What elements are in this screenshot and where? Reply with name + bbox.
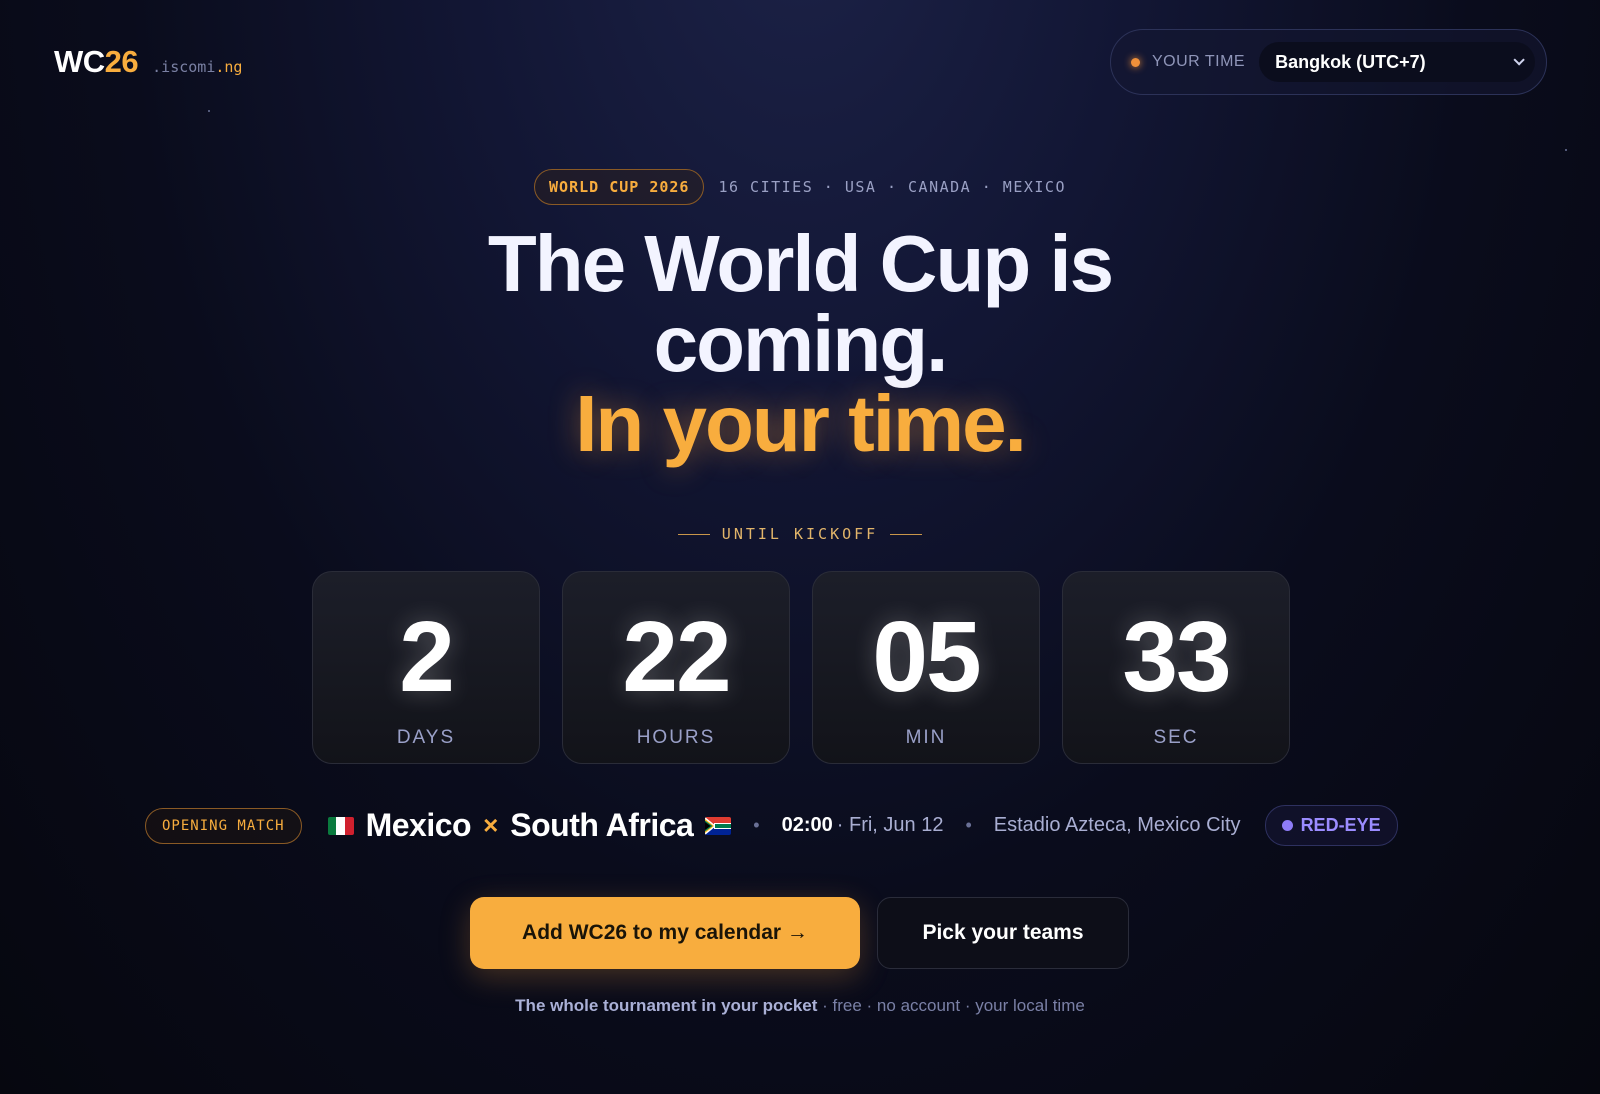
headline-line-2: coming. [653,299,949,388]
countdown-unit: DAYS [396,727,456,748]
countdown-unit: HOURS [636,727,716,748]
until-kickoff-label: UNTIL KICKOFF [0,525,1600,543]
countdown-unit: SEC [1153,727,1199,748]
status-dot-icon [1131,57,1140,67]
versus-symbol: × [483,810,499,840]
headline-line-1: The World Cup is [487,219,1114,308]
tagline-strong: The whole tournament in your pocket [515,996,818,1015]
timezone-label: YOUR TIME [1152,53,1246,70]
countdown-value: 33 [1122,601,1231,713]
countdown-minutes: 05 MIN [812,571,1040,764]
timezone-picker: YOUR TIME Bangkok (UTC+7) [1110,29,1547,95]
opening-match-badge: OPENING MATCH [145,807,302,844]
hero-headline: The World Cup is coming. In your time. [0,224,1600,464]
host-cities-text: 16 CITIES · USA · CANADA · MEXICO [718,178,1066,196]
site-logo[interactable]: WC26 .iscomi.ng [54,44,242,80]
eyebrow: WORLD CUP 2026 16 CITIES · USA · CANADA … [0,169,1600,205]
countdown-value: 2 [399,601,455,713]
red-eye-label: RED-EYE [1300,815,1381,835]
countdown-seconds: 33 SEC [1062,571,1290,764]
star-decoration [208,110,210,112]
match-date: · Fri, Jun 12 [836,814,944,836]
tagline-rest: · free · no account · your local time [817,996,1085,1015]
away-team: South Africa [510,807,694,843]
star-decoration [1565,149,1567,151]
countdown-value: 22 [622,601,731,713]
countdown: 2 DAYS 22 HOURS 05 MIN 33 SEC [312,571,1290,764]
pick-teams-button[interactable]: Pick your teams [877,897,1129,969]
moon-dot-icon [1281,820,1293,831]
match-venue: Estadio Azteca, Mexico City [993,814,1241,836]
separator-dot: • [965,815,972,835]
match-time: 02:00 [781,814,833,836]
mexico-flag-icon [327,816,354,835]
timezone-select[interactable]: Bangkok (UTC+7) [1259,42,1536,82]
opening-match-bar: OPENING MATCH Mexico × South Africa • 02… [145,805,1455,846]
world-cup-badge: WORLD CUP 2026 [534,169,705,205]
countdown-value: 05 [872,601,981,713]
until-kickoff-text: UNTIL KICKOFF [721,525,879,543]
south-africa-flag-icon [705,816,732,835]
countdown-hours: 22 HOURS [562,571,790,764]
timezone-selected-value: Bangkok (UTC+7) [1275,51,1426,72]
logo-domain: .iscomi.ng [152,58,243,76]
countdown-days: 2 DAYS [312,571,540,764]
home-team: Mexico [365,807,472,843]
tagline: The whole tournament in your pocket · fr… [0,996,1600,1016]
separator-dot: • [753,815,760,835]
divider-line [677,533,710,535]
chevron-down-icon [1513,54,1525,66]
countdown-unit: MIN [905,727,947,748]
red-eye-badge: RED-EYE [1264,805,1398,846]
add-to-calendar-button[interactable]: Add WC26 to my calendar → [470,897,860,969]
divider-line [890,533,923,535]
headline-line-3: In your time. [575,379,1027,468]
logo-wordmark: WC26 [54,44,139,79]
